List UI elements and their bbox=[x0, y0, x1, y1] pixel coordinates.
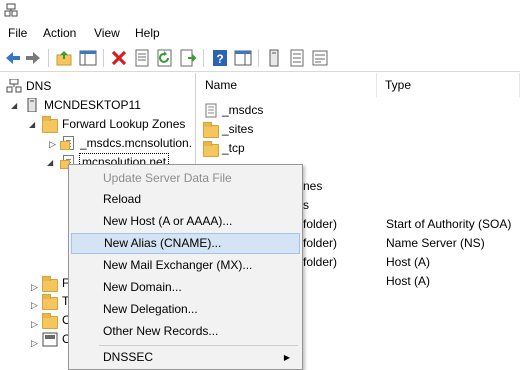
properties-icon[interactable] bbox=[133, 49, 151, 67]
menu-help[interactable]: Help bbox=[135, 26, 160, 40]
column-header-type[interactable]: Type bbox=[377, 73, 520, 97]
list-item-name-partial: folder) bbox=[303, 217, 338, 231]
list-item-name-partial: folder) bbox=[303, 255, 338, 269]
expanded-chevron-icon[interactable]: ◢ bbox=[29, 120, 35, 129]
server-icon bbox=[27, 98, 37, 112]
help-icon[interactable]: ? bbox=[211, 49, 229, 67]
list-item-name: _msdcs bbox=[222, 103, 264, 117]
refresh-icon[interactable] bbox=[156, 49, 174, 67]
tree-node-msdcs-zone[interactable]: _msdcs.mcnsolution. bbox=[60, 135, 196, 154]
action-pane-icon[interactable] bbox=[234, 49, 252, 67]
delete-icon[interactable] bbox=[110, 49, 128, 67]
list-item-type: Host (A) bbox=[386, 274, 431, 288]
folder-icon bbox=[42, 276, 58, 292]
menu-item-reload[interactable]: Reload bbox=[71, 189, 300, 210]
tree-label-msdcs-zone: _msdcs.mcnsolution. bbox=[80, 136, 193, 150]
record-icon[interactable] bbox=[311, 49, 329, 67]
list-item-name: _tcp bbox=[222, 141, 245, 155]
folder-icon bbox=[42, 294, 58, 310]
menu-file[interactable]: File bbox=[8, 26, 27, 40]
tree-label-server: MCNDESKTOP11 bbox=[44, 98, 141, 112]
tree-label-dns: DNS bbox=[26, 79, 52, 93]
submenu-arrow-icon: ▶ bbox=[283, 353, 290, 362]
server-icon[interactable] bbox=[265, 49, 283, 67]
column-header-name[interactable]: Name bbox=[197, 73, 377, 97]
svg-text:?: ? bbox=[216, 52, 223, 66]
menu-bar: File Action View Help bbox=[0, 22, 520, 44]
menu-view[interactable]: View bbox=[94, 26, 120, 40]
tree-node-dns[interactable]: DNS bbox=[6, 78, 126, 97]
folder-icon bbox=[203, 122, 219, 138]
tree-label-forward-lookup-zones: Forward Lookup Zones bbox=[62, 117, 186, 131]
back-arrow-icon[interactable] bbox=[4, 49, 22, 67]
menu-item-update-server-data-file[interactable]: Update Server Data File bbox=[71, 168, 300, 189]
list-item-name-partial: nes bbox=[303, 179, 323, 193]
collapsed-chevron-icon[interactable]: ▷ bbox=[31, 338, 38, 349]
menu-item-new-domain[interactable]: New Domain... bbox=[71, 277, 300, 298]
toolbar: ? bbox=[0, 44, 520, 72]
menu-item-new-host[interactable]: New Host (A or AAAA)... bbox=[71, 211, 300, 232]
menu-action[interactable]: Action bbox=[43, 26, 76, 40]
expanded-chevron-icon[interactable]: ◢ bbox=[11, 101, 17, 110]
list-item-type: Start of Authority (SOA) bbox=[386, 217, 512, 231]
folder-icon bbox=[42, 313, 58, 329]
collapsed-chevron-icon[interactable]: ▷ bbox=[49, 139, 56, 150]
tree-node-forward-lookup-zones[interactable]: Forward Lookup Zones bbox=[42, 116, 196, 135]
menu-item-new-alias[interactable]: New Alias (CNAME)... bbox=[71, 233, 300, 254]
list-item-name-partial: s bbox=[303, 198, 309, 212]
tree-node-server[interactable]: MCNDESKTOP11 bbox=[24, 97, 184, 116]
up-folder-icon[interactable] bbox=[55, 49, 73, 67]
forward-arrow-icon[interactable] bbox=[24, 49, 42, 67]
menu-item-new-mail-exchanger[interactable]: New Mail Exchanger (MX)... bbox=[71, 255, 300, 276]
menu-item-dnssec[interactable]: DNSSEC ▶ bbox=[71, 347, 300, 368]
list-icon[interactable] bbox=[288, 49, 306, 67]
show-hide-tree-icon[interactable] bbox=[79, 49, 97, 67]
menu-item-new-delegation[interactable]: New Delegation... bbox=[71, 299, 300, 320]
menu-item-other-new-records[interactable]: Other New Records... bbox=[71, 321, 300, 342]
list-item-type: Host (A) bbox=[386, 255, 431, 269]
collapsed-chevron-icon[interactable]: ▷ bbox=[31, 300, 38, 311]
dns-icon bbox=[6, 79, 22, 93]
menu-item-dnssec-label: DNSSEC bbox=[103, 350, 154, 364]
list-item-name-partial: folder) bbox=[303, 236, 338, 250]
export-list-icon[interactable] bbox=[179, 49, 197, 67]
folder-icon bbox=[42, 116, 58, 133]
menu-separator bbox=[99, 345, 298, 346]
list-item-name: _sites bbox=[222, 122, 254, 136]
dns-app-icon bbox=[4, 3, 18, 17]
console-icon bbox=[42, 332, 58, 347]
collapsed-chevron-icon[interactable]: ▷ bbox=[31, 319, 38, 330]
list-item-type: Name Server (NS) bbox=[386, 236, 485, 250]
zone-record-icon bbox=[205, 103, 217, 118]
expanded-chevron-icon[interactable]: ◢ bbox=[47, 158, 53, 167]
zone-icon bbox=[60, 136, 76, 150]
folder-icon bbox=[203, 141, 219, 157]
context-menu: Update Server Data File Reload New Host … bbox=[68, 164, 303, 370]
title-bar bbox=[0, 0, 520, 22]
collapsed-chevron-icon[interactable]: ▷ bbox=[31, 282, 38, 293]
